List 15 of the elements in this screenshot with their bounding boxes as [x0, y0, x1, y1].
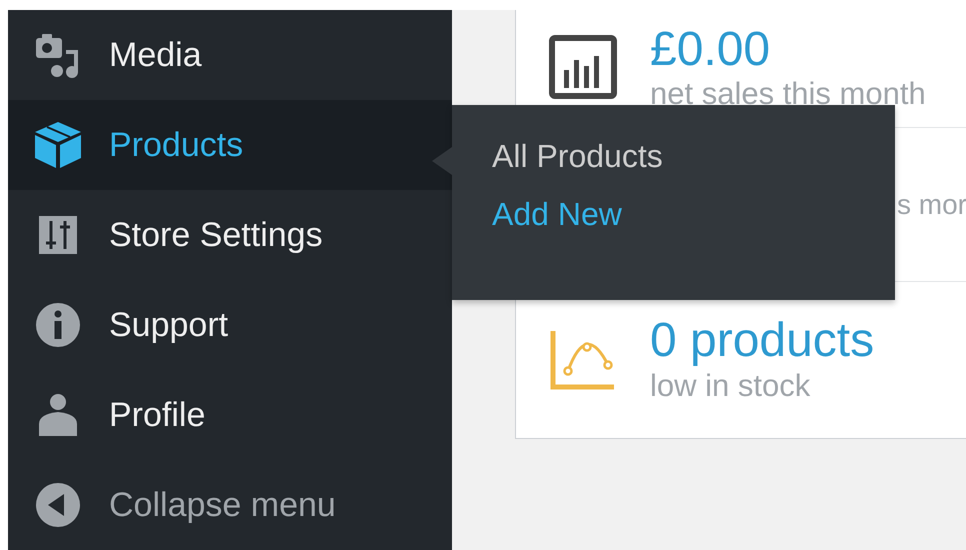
stat-value: £0.00: [650, 24, 772, 76]
stat-label: net sales this month: [650, 75, 926, 112]
info-icon: [33, 300, 83, 350]
sidebar-item[interactable]: Support: [8, 280, 452, 370]
submenu-item[interactable]: Add New: [492, 185, 622, 243]
sidebar-item[interactable]: Profile: [8, 370, 452, 460]
box-icon: [33, 120, 83, 170]
sidebar-item[interactable]: Products: [8, 100, 452, 190]
collapse-menu-button[interactable]: Collapse menu: [8, 460, 452, 550]
stat-value: 0 products: [650, 316, 874, 367]
submenu-item[interactable]: All Products: [492, 127, 663, 185]
collapse-icon: [33, 480, 83, 530]
sidebar-item[interactable]: Store Settings: [8, 190, 452, 280]
stat-label: low in stock: [650, 366, 812, 404]
sidebar-item[interactable]: Media: [8, 10, 452, 100]
